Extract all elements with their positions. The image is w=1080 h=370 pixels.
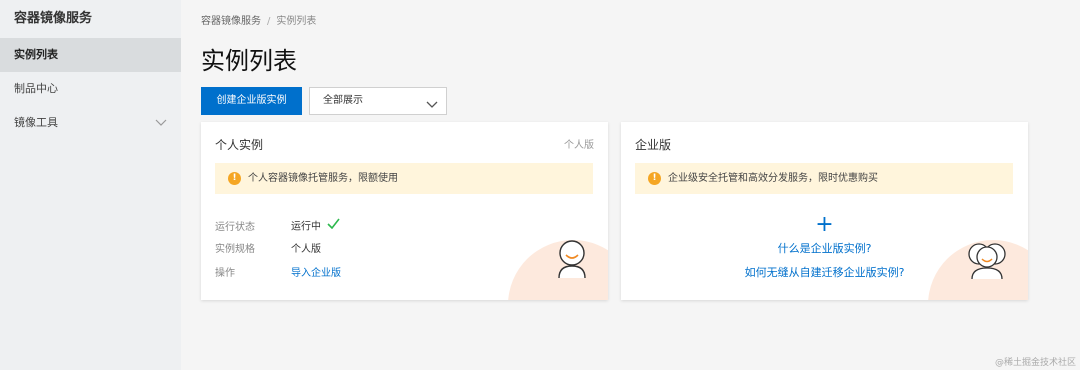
main-content: 容器镜像服务 / 实例列表 实例列表 创建企业版实例 全部展示 个人实例 个人版 !… bbox=[181, 0, 1080, 370]
user-avatar-icon bbox=[554, 238, 590, 284]
info-key: 实例规格 bbox=[215, 244, 255, 255]
card-title: 个人实例 bbox=[215, 138, 264, 152]
filter-select[interactable]: 全部展示 bbox=[309, 87, 447, 115]
notice-text: 企业级安全托管和高效分发服务，限时优惠购买 bbox=[668, 173, 878, 184]
personal-instance-card: 个人实例 个人版 ! 个人容器镜像托管服务，限额使用 运行状态 运行中 实例规格 个… bbox=[201, 122, 608, 300]
create-enterprise-instance-button[interactable]: 创建企业版实例 bbox=[201, 87, 302, 115]
sidebar-item-label: 镜像工具 bbox=[14, 116, 58, 129]
info-row-action: 操作 导入企业版 bbox=[215, 266, 341, 282]
breadcrumb-current: 实例列表 bbox=[276, 16, 317, 27]
enterprise-edition-card: 企业版 ! 企业级安全托管和高效分发服务，限时优惠购买 + 什么是企业版实例? … bbox=[621, 122, 1028, 300]
sidebar-item-image-tools[interactable]: 镜像工具 bbox=[0, 106, 181, 140]
breadcrumb: 容器镜像服务 / 实例列表 bbox=[201, 12, 316, 27]
watermark: @稀土掘金技术社区 bbox=[994, 358, 1076, 368]
info-key: 操作 bbox=[215, 268, 235, 279]
breadcrumb-separator: / bbox=[267, 16, 271, 27]
spec-value: 个人版 bbox=[291, 244, 321, 255]
info-row-status: 运行状态 运行中 bbox=[215, 218, 340, 234]
import-enterprise-link[interactable]: 导入企业版 bbox=[291, 268, 341, 279]
page-title: 实例列表 bbox=[201, 47, 297, 75]
notice-banner: ! 个人容器镜像托管服务，限额使用 bbox=[215, 163, 593, 194]
sidebar: 容器镜像服务 实例列表 制品中心 镜像工具 bbox=[0, 0, 181, 370]
warning-icon: ! bbox=[228, 172, 241, 185]
status-value: 运行中 bbox=[291, 221, 321, 233]
plus-icon[interactable]: + bbox=[621, 214, 1028, 236]
filter-select-value: 全部展示 bbox=[323, 95, 363, 106]
info-row-spec: 实例规格 个人版 bbox=[215, 242, 321, 258]
sidebar-item-label: 制品中心 bbox=[14, 82, 58, 95]
chevron-down-icon bbox=[426, 96, 438, 108]
card-title: 企业版 bbox=[635, 138, 672, 152]
chevron-down-icon bbox=[155, 106, 167, 153]
warning-icon: ! bbox=[648, 172, 661, 185]
info-key: 运行状态 bbox=[215, 221, 255, 233]
sidebar-item-artifact-center[interactable]: 制品中心 bbox=[0, 72, 181, 106]
notice-text: 个人容器镜像托管服务，限额使用 bbox=[248, 173, 398, 184]
sidebar-item-label: 实例列表 bbox=[14, 48, 58, 61]
notice-banner: ! 企业级安全托管和高效分发服务，限时优惠购买 bbox=[635, 163, 1013, 194]
edition-tag: 个人版 bbox=[564, 140, 594, 151]
sidebar-title: 容器镜像服务 bbox=[14, 11, 93, 26]
breadcrumb-root[interactable]: 容器镜像服务 bbox=[201, 16, 261, 27]
users-group-icon bbox=[964, 240, 1010, 284]
check-icon bbox=[327, 218, 340, 235]
sidebar-item-instance-list[interactable]: 实例列表 bbox=[0, 38, 181, 72]
